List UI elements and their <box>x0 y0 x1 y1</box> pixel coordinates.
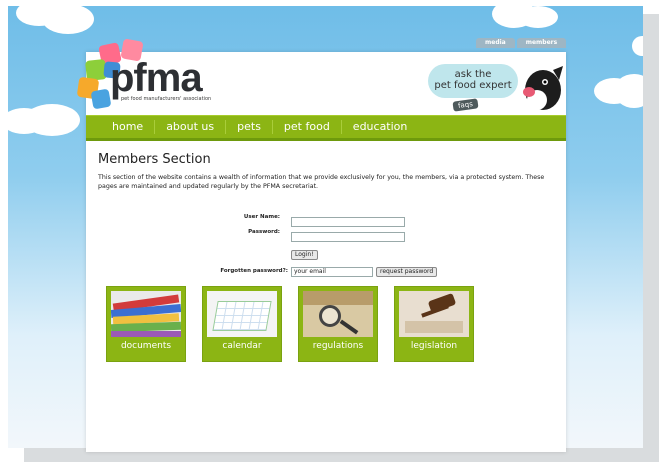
tile-label: legislation <box>410 341 458 351</box>
nav-pets[interactable]: pets <box>225 120 272 134</box>
regulations-image-icon <box>303 291 373 337</box>
cloud-decoration <box>24 104 80 136</box>
calendar-image-icon <box>207 291 277 337</box>
tile-calendar[interactable]: calendar <box>202 286 282 362</box>
password-label: Password: <box>248 229 280 235</box>
nav-home[interactable]: home <box>86 120 154 134</box>
password-input[interactable] <box>291 232 405 242</box>
username-label: User Name: <box>243 214 280 220</box>
login-button[interactable]: Login! <box>291 250 318 260</box>
tile-legislation[interactable]: legislation <box>394 286 474 362</box>
tile-label: calendar <box>222 341 262 351</box>
cloud-decoration <box>518 6 558 28</box>
username-input[interactable] <box>291 217 405 227</box>
cloud-decoration <box>632 36 643 56</box>
nav-about-us[interactable]: about us <box>154 120 225 134</box>
tab-media[interactable]: media <box>476 38 515 48</box>
page-container <box>86 52 566 452</box>
nav-pet-food[interactable]: pet food <box>271 120 341 134</box>
logo-subtitle: pet food manufacturers' association <box>121 96 212 102</box>
top-tabs: media members <box>476 38 567 48</box>
ask-expert-bubble[interactable]: ask the pet food expert <box>428 64 518 98</box>
ask-line-2: pet food expert <box>434 80 512 91</box>
page-title: Members Section <box>98 152 211 167</box>
logo-wordmark[interactable]: pfma <box>110 58 203 98</box>
dog-illustration <box>523 66 563 110</box>
legislation-image-icon <box>399 291 469 337</box>
forgot-password-label: Forgotten password?: <box>220 268 288 274</box>
tile-regulations[interactable]: regulations <box>298 286 378 362</box>
nav-education[interactable]: education <box>340 120 419 134</box>
ask-line-1: ask the <box>454 69 492 80</box>
cloud-decoration <box>42 6 94 34</box>
main-nav: home about us pets pet food education <box>86 115 566 141</box>
email-input[interactable]: your email <box>291 267 373 277</box>
request-password-button[interactable]: request password <box>376 267 438 277</box>
screenshot-shadow-right <box>643 14 659 450</box>
tab-members[interactable]: members <box>516 38 567 48</box>
tile-documents[interactable]: documents <box>106 286 186 362</box>
tile-label: documents <box>120 341 172 351</box>
tile-label: regulations <box>312 341 364 351</box>
logo-tile-icon <box>90 88 112 110</box>
intro-text: This section of the website contains a w… <box>98 174 545 190</box>
documents-image-icon <box>111 291 181 337</box>
